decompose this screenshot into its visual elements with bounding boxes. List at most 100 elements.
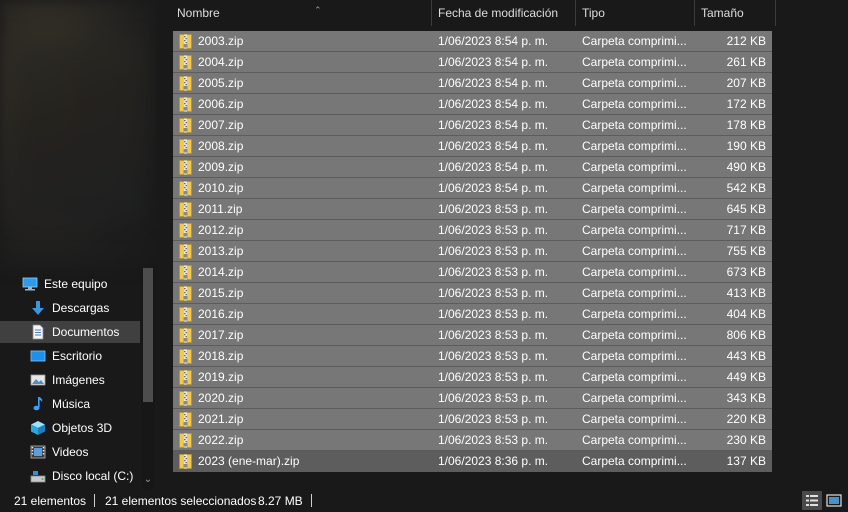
desktop-icon: [30, 348, 46, 364]
download-arrow-icon: [30, 300, 46, 316]
file-row[interactable]: 2023 (ene-mar).zip 1/06/2023 8:36 p. m. Ca…: [173, 451, 772, 472]
file-row[interactable]: 2019.zip 1/06/2023 8:53 p. m. Carpeta comp…: [173, 367, 772, 388]
file-row[interactable]: 2021.zip 1/06/2023 8:53 p. m. Carpeta comp…: [173, 409, 772, 430]
file-row[interactable]: 2008.zip 1/06/2023 8:54 p. m. Carpeta comp…: [173, 136, 772, 157]
nav-item-musica[interactable]: Música: [30, 393, 140, 415]
file-row[interactable]: 2017.zip 1/06/2023 8:53 p. m. Carpeta comp…: [173, 325, 772, 346]
zip-folder-icon: [179, 370, 192, 385]
blurred-pane-overlay: [10, 40, 140, 220]
music-note-icon: [30, 396, 46, 412]
zip-folder-icon: [179, 76, 192, 91]
selected-count: 21 elementos seleccionados: [105, 494, 257, 508]
file-row[interactable]: 2006.zip 1/06/2023 8:54 p. m. Carpeta comp…: [173, 94, 772, 115]
file-list: 2003.zip 1/06/2023 8:54 p. m. Carpeta comp…: [173, 31, 772, 472]
file-date: 1/06/2023 8:54 p. m.: [438, 34, 549, 48]
zip-folder-icon: [179, 181, 192, 196]
nav-item-label: Imágenes: [52, 373, 105, 387]
status-separator: [94, 494, 95, 507]
file-type: Carpeta comprimi...: [582, 34, 687, 48]
nav-item-disco-local[interactable]: Disco local (C:): [30, 465, 140, 487]
file-row[interactable]: 2004.zip 1/06/2023 8:54 p. m. Carpeta comp…: [173, 52, 772, 73]
file-type: Carpeta comprimi...: [582, 181, 687, 195]
file-size: 542 KB: [726, 181, 766, 195]
file-row[interactable]: 2007.zip 1/06/2023 8:54 p. m. Carpeta comp…: [173, 115, 772, 136]
nav-item-videos[interactable]: Videos: [30, 441, 140, 463]
nav-item-descargas[interactable]: Descargas: [30, 297, 140, 319]
column-header-size[interactable]: Tamaño: [695, 0, 776, 26]
column-header-type[interactable]: Tipo: [576, 0, 695, 26]
file-name: 2017.zip: [198, 328, 244, 342]
file-size: 137 KB: [726, 454, 766, 468]
file-date: 1/06/2023 8:53 p. m.: [438, 223, 549, 237]
nav-item-escritorio[interactable]: Escritorio: [30, 345, 140, 367]
nav-item-imagenes[interactable]: Imágenes: [30, 369, 140, 391]
file-date: 1/06/2023 8:53 p. m.: [438, 265, 549, 279]
file-name: 2003.zip: [198, 34, 244, 48]
file-row[interactable]: 2009.zip 1/06/2023 8:54 p. m. Carpeta comp…: [173, 157, 772, 178]
nav-item-documentos[interactable]: Documentos: [0, 321, 140, 343]
zip-folder-icon: [179, 118, 192, 133]
file-name: 2016.zip: [198, 307, 244, 321]
file-size: 172 KB: [726, 97, 766, 111]
file-name: 2020.zip: [198, 391, 244, 405]
nav-item-objetos-3d[interactable]: Objetos 3D: [30, 417, 140, 439]
file-name: 2022.zip: [198, 433, 244, 447]
file-name: 2008.zip: [198, 139, 244, 153]
file-row[interactable]: 2015.zip 1/06/2023 8:53 p. m. Carpeta comp…: [173, 283, 772, 304]
item-count: 21 elementos: [14, 494, 87, 508]
file-size: 645 KB: [726, 202, 766, 216]
file-row[interactable]: 2020.zip 1/06/2023 8:53 p. m. Carpeta comp…: [173, 388, 772, 409]
file-type: Carpeta comprimi...: [582, 55, 687, 69]
nav-scrollbar-thumb[interactable]: [143, 268, 153, 402]
nav-item-label: Documentos: [52, 325, 120, 339]
nav-item-label: Escritorio: [52, 349, 103, 363]
file-size: 806 KB: [726, 328, 766, 342]
file-row[interactable]: 2003.zip 1/06/2023 8:54 p. m. Carpeta comp…: [173, 31, 772, 52]
details-view-icon: [806, 495, 818, 506]
file-name: 2005.zip: [198, 76, 244, 90]
file-row[interactable]: 2018.zip 1/06/2023 8:53 p. m. Carpeta comp…: [173, 346, 772, 367]
file-row[interactable]: 2012.zip 1/06/2023 8:53 p. m. Carpeta comp…: [173, 220, 772, 241]
file-row[interactable]: 2011.zip 1/06/2023 8:53 p. m. Carpeta comp…: [173, 199, 772, 220]
file-type: Carpeta comprimi...: [582, 391, 687, 405]
zip-folder-icon: [179, 55, 192, 70]
file-row[interactable]: 2013.zip 1/06/2023 8:53 p. m. Carpeta comp…: [173, 241, 772, 262]
file-size: 717 KB: [726, 223, 766, 237]
file-type: Carpeta comprimi...: [582, 265, 687, 279]
selected-size: 8.27 MB: [258, 494, 303, 508]
file-date: 1/06/2023 8:54 p. m.: [438, 160, 549, 174]
nav-item-este-equipo[interactable]: Este equipo: [22, 273, 140, 295]
file-date: 1/06/2023 8:53 p. m.: [438, 244, 549, 258]
column-header-date[interactable]: Fecha de modificación: [432, 0, 576, 26]
file-name: 2014.zip: [198, 265, 244, 279]
file-size: 343 KB: [726, 391, 766, 405]
pictures-icon: [30, 372, 46, 388]
file-type: Carpeta comprimi...: [582, 286, 687, 300]
file-row[interactable]: 2014.zip 1/06/2023 8:53 p. m. Carpeta comp…: [173, 262, 772, 283]
file-date: 1/06/2023 8:53 p. m.: [438, 307, 549, 321]
column-header-name[interactable]: Nombre ⌃: [171, 0, 432, 26]
file-type: Carpeta comprimi...: [582, 307, 687, 321]
file-row[interactable]: 2010.zip 1/06/2023 8:54 p. m. Carpeta comp…: [173, 178, 772, 199]
zip-folder-icon: [179, 433, 192, 448]
file-name: 2004.zip: [198, 55, 244, 69]
zip-folder-icon: [179, 286, 192, 301]
file-size: 220 KB: [726, 412, 766, 426]
column-header-row: Nombre ⌃ Fecha de modificación Tipo Tama…: [157, 0, 848, 26]
column-header-label: Tamaño: [701, 6, 744, 20]
large-icons-view-button[interactable]: [824, 491, 844, 510]
file-row[interactable]: 2022.zip 1/06/2023 8:53 p. m. Carpeta comp…: [173, 430, 772, 451]
nav-item-label: Disco local (C:): [52, 469, 134, 483]
file-size: 449 KB: [726, 370, 766, 384]
zip-folder-icon: [179, 307, 192, 322]
file-name: 2021.zip: [198, 412, 244, 426]
file-type: Carpeta comprimi...: [582, 160, 687, 174]
file-row[interactable]: 2016.zip 1/06/2023 8:53 p. m. Carpeta comp…: [173, 304, 772, 325]
details-view-button[interactable]: [802, 491, 822, 510]
zip-folder-icon: [179, 454, 192, 469]
cube-3d-icon: [30, 420, 46, 436]
navigation-pane: Este equipo Descargas Documentos Escrito…: [0, 0, 157, 489]
file-row[interactable]: 2005.zip 1/06/2023 8:54 p. m. Carpeta comp…: [173, 73, 772, 94]
scroll-down-arrow-icon[interactable]: ⌄: [141, 472, 155, 488]
file-name: 2012.zip: [198, 223, 244, 237]
